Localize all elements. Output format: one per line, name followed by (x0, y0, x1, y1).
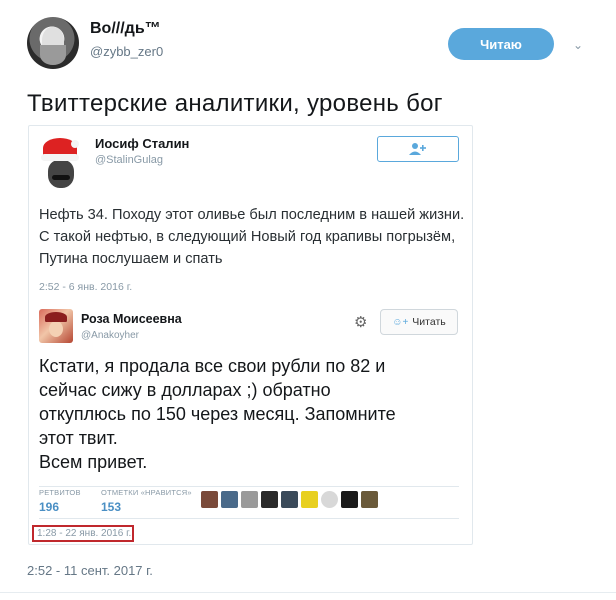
stalin-name: Иосиф Сталин (95, 136, 190, 151)
tweet-image[interactable]: Иосиф Сталин @StalinGulag Нефть 34. Похо… (28, 125, 473, 545)
roza-tweet-line: Всем привет. (39, 452, 148, 472)
liker-avatar (301, 491, 318, 508)
stats-divider-bottom (39, 518, 459, 519)
roza-handle: @Anakoyher (81, 330, 139, 341)
liker-avatar (281, 491, 298, 508)
liker-avatar (261, 491, 278, 508)
author-handle[interactable]: @zybb_zer0 (90, 44, 163, 59)
liker-avatar (221, 491, 238, 508)
tweet-text: Твиттерские аналитики, уровень бог (27, 90, 443, 117)
divider (0, 592, 616, 593)
liker-avatars (201, 491, 378, 508)
chevron-down-icon[interactable]: ⌄ (571, 38, 585, 52)
roza-tweet-line: сейчас сижу в долларах ;) обратно (39, 380, 331, 400)
avatar-face (48, 160, 74, 188)
avatar-mustache (52, 175, 70, 180)
liker-avatar (241, 491, 258, 508)
santa-hat-brim (41, 154, 79, 161)
roza-follow-button: ☺+ Читать (380, 309, 458, 335)
liker-avatar (321, 491, 338, 508)
stats-divider-top (39, 486, 459, 487)
stalin-tweet-text: Нефть 34. Походу этот оливье был последн… (39, 207, 465, 267)
stalin-tweet-date: 2:52 - 6 янв. 2016 г. (39, 281, 133, 293)
liker-avatar (201, 491, 218, 508)
add-user-icon: ☺+ (392, 316, 409, 328)
roza-follow-label: Читать (412, 316, 446, 328)
stalin-avatar (39, 138, 83, 190)
avatar-face (49, 321, 63, 337)
liker-avatar (341, 491, 358, 508)
roza-tweet-line: этот твит. (39, 428, 118, 448)
tweet-timestamp[interactable]: 2:52 - 11 сент. 2017 г. (27, 563, 153, 578)
roza-tweet-date-highlight: 1:28 - 22 янв. 2016 г. (32, 525, 134, 542)
retweets-count: 196 (39, 500, 60, 514)
roza-tweet-line: Кстати, я продала все свои рубли по 82 и (39, 356, 386, 376)
liker-avatar (361, 491, 378, 508)
author-avatar[interactable] (27, 17, 79, 69)
add-user-icon-svg (409, 143, 426, 155)
gear-icon: ⚙ (354, 314, 368, 331)
roza-name: Роза Моисеевна (81, 312, 182, 326)
stalin-handle: @StalinGulag (95, 154, 164, 166)
author-display-name[interactable]: Во///дь™ (90, 20, 161, 38)
likes-label: ОТМЕТКИ «НРАВИТСЯ» (101, 488, 192, 497)
following-button[interactable]: Читаю (448, 28, 554, 60)
santa-hat-pompom (71, 140, 79, 148)
roza-avatar (39, 309, 73, 343)
add-user-icon (377, 136, 459, 162)
roza-tweet-text: Кстати, я продала все свои рубли по 82 и… (39, 354, 469, 474)
avatar-hat (45, 312, 67, 322)
roza-tweet-line: откуплюсь по 150 через месяц. Запомните (39, 404, 396, 424)
likes-count: 153 (101, 500, 122, 514)
avatar-beard (40, 45, 66, 65)
retweets-label: РЕТВИТОВ (39, 488, 81, 497)
